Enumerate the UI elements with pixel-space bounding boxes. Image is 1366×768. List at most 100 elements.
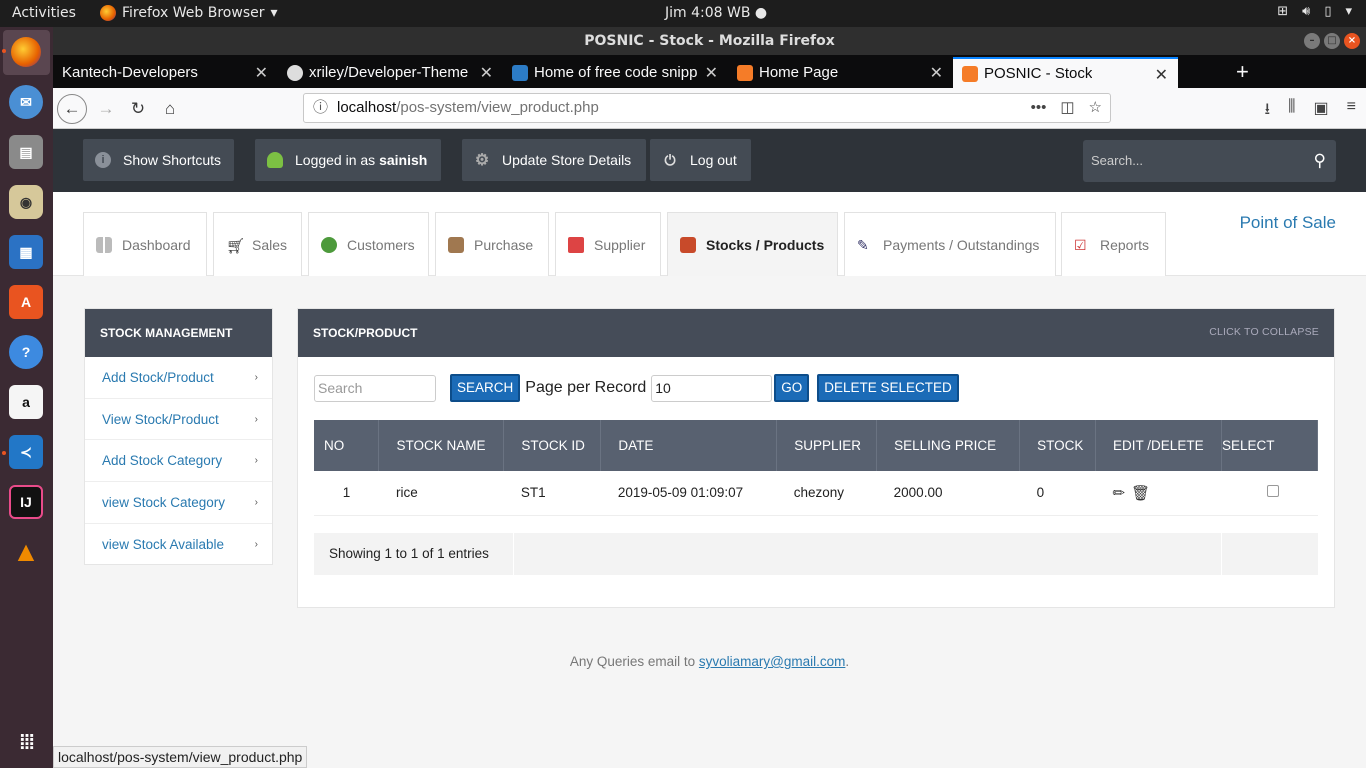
back-button[interactable]: ← — [57, 94, 87, 124]
system-tray[interactable]: ⊞ 🔊︎ ▯ ▾ — [1277, 4, 1352, 19]
tab-customers[interactable]: Customers — [308, 212, 429, 276]
tab-posnic-stock[interactable]: POSNIC - Stock ✕ — [953, 57, 1178, 88]
tab-label: Customers — [347, 236, 415, 253]
amazon-icon: a — [22, 394, 30, 410]
tab-sales[interactable]: 🛒︎ Sales — [213, 212, 302, 276]
close-tab-icon[interactable]: ✕ — [1155, 65, 1168, 85]
close-tab-icon[interactable]: ✕ — [930, 63, 943, 83]
bookmark-star-icon[interactable]: ☆ — [1089, 94, 1102, 122]
column-header[interactable]: SELLING PRICE — [876, 420, 1021, 471]
tab-kantech[interactable]: Kantech-Developers ✕ — [53, 57, 278, 88]
firefox-launcher[interactable] — [9, 35, 43, 69]
vlc-launcher[interactable]: ▲ — [9, 535, 43, 569]
tab-bootsnipp[interactable]: Home of free code snipp ✕ — [503, 57, 728, 88]
table-search-input[interactable]: Search — [314, 374, 436, 402]
running-indicator — [2, 49, 6, 53]
reload-button[interactable]: ↻ — [123, 94, 153, 124]
new-tab-button[interactable]: + — [1236, 59, 1249, 85]
files-launcher[interactable]: ▤ — [9, 135, 43, 169]
maximize-button[interactable]: □ — [1324, 33, 1340, 49]
chevron-right-icon: › — [254, 455, 258, 467]
app-menu[interactable]: Firefox Web Browser ▾ — [100, 5, 278, 21]
xampp-icon — [737, 64, 753, 81]
info-icon[interactable]: ⓘ — [313, 94, 328, 122]
column-header[interactable]: STOCK ID — [503, 420, 602, 471]
go-button[interactable]: GO — [774, 374, 810, 402]
ubuntu-dock: ✉ ▤ ◉ ▦ A ? a ≺ IJ ▲ ⁞⁞⁞ — [0, 27, 53, 768]
library-icon[interactable]: ⫼ — [1288, 98, 1295, 125]
collapse-toggle[interactable]: CLICK TO COLLAPSE — [1209, 309, 1319, 355]
search-button[interactable]: SEARCH — [450, 374, 521, 402]
column-header[interactable]: NO — [314, 420, 380, 471]
tab-payments[interactable]: ✎ Payments / Outstandings — [844, 212, 1056, 276]
search-icon[interactable]: ⚲ — [1314, 140, 1326, 182]
show-shortcuts-button[interactable]: i Show Shortcuts — [83, 139, 234, 181]
apps-grid-icon: ⁞⁞⁞ — [19, 731, 35, 754]
per-page-input[interactable]: 10 — [651, 374, 773, 402]
writer-launcher[interactable]: ▦ — [9, 235, 43, 269]
page-actions-icon[interactable]: ••• — [1031, 94, 1047, 122]
tab-supplier[interactable]: Supplier — [555, 212, 661, 276]
thunderbird-launcher[interactable]: ✉ — [9, 85, 43, 119]
power-icon: ⏻ — [664, 151, 676, 168]
edit-icon[interactable]: ✏ — [1113, 485, 1126, 502]
chevron-down-icon: ▾ — [1345, 4, 1352, 19]
sidebar-item-label: Add Stock Category — [102, 453, 223, 469]
rhythmbox-launcher[interactable]: ◉ — [9, 185, 43, 219]
sidebar-item-add-category[interactable]: Add Stock Category › — [85, 440, 272, 483]
tab-reports[interactable]: ☑ Reports — [1061, 212, 1166, 276]
column-header[interactable]: STOCK NAME — [378, 420, 505, 471]
contact-email-link[interactable]: syvoliamary@gmail.com — [699, 654, 845, 669]
url-bar[interactable]: ⓘ localhost/pos-system/view_product.php … — [303, 93, 1111, 123]
tab-xriley[interactable]: xriley/Developer-Theme ✕ — [278, 57, 503, 88]
forward-button[interactable]: → — [91, 94, 121, 124]
help-launcher[interactable]: ? — [9, 335, 43, 369]
sidebar-item-add-stock[interactable]: Add Stock/Product › — [85, 357, 272, 399]
table-footer: Showing 1 to 1 of 1 entries — [314, 533, 1318, 575]
running-indicator — [2, 451, 6, 455]
tab-dashboard[interactable]: Dashboard — [83, 212, 207, 276]
close-tab-icon[interactable]: ✕ — [705, 63, 718, 83]
logged-in-user[interactable]: Logged in as sainish — [255, 139, 441, 181]
pocket-icon[interactable]: ◫ — [1060, 94, 1074, 122]
show-shortcuts-label: Show Shortcuts — [123, 152, 222, 168]
row-select-checkbox[interactable] — [1267, 485, 1280, 498]
cell-supplier: chezony — [776, 471, 877, 516]
column-header[interactable]: STOCK — [1019, 420, 1097, 471]
cell-stock-name: rice — [378, 471, 504, 516]
amazon-launcher[interactable]: a — [9, 385, 43, 419]
delete-selected-button[interactable]: DELETE SELECTED — [817, 374, 959, 402]
tab-stocks-products[interactable]: Stocks / Products — [667, 212, 838, 276]
intellij-launcher[interactable]: IJ — [9, 485, 43, 519]
minimize-button[interactable]: – — [1304, 33, 1320, 49]
tab-purchase[interactable]: Purchase — [435, 212, 549, 276]
close-window-button[interactable]: × — [1344, 33, 1360, 49]
column-header[interactable]: DATE — [600, 420, 778, 471]
software-launcher[interactable]: A — [9, 285, 43, 319]
show-apps-button[interactable]: ⁞⁞⁞ — [9, 726, 43, 760]
sidebar-item-view-available[interactable]: view Stock Available › — [85, 524, 272, 566]
vscode-launcher[interactable]: ≺ — [9, 435, 43, 469]
tab-home-page[interactable]: Home Page ✕ — [728, 57, 953, 88]
vscode-icon: ≺ — [20, 443, 32, 460]
trash-icon[interactable]: 🗑︎ — [1131, 485, 1150, 502]
sidebar-icon[interactable]: ▣ — [1314, 98, 1329, 125]
home-button[interactable]: ⌂ — [155, 94, 185, 124]
close-tab-icon[interactable]: ✕ — [255, 63, 268, 83]
sidebar-title: STOCK MANAGEMENT — [85, 309, 272, 357]
sidebar-item-view-stock[interactable]: View Stock/Product › — [85, 399, 272, 441]
per-page-label: Page per Record — [525, 379, 647, 396]
activities-button[interactable]: Activities — [12, 5, 76, 21]
downloads-icon[interactable]: ⭳ — [1265, 98, 1271, 125]
clock[interactable]: Jim 4:08 WB ● — [665, 5, 767, 21]
window-title: POSNIC - Stock - Mozilla Firefox — [584, 33, 835, 49]
menu-icon[interactable]: ≡ — [1347, 98, 1356, 125]
logout-button[interactable]: ⏻ Log out — [650, 139, 751, 181]
close-tab-icon[interactable]: ✕ — [480, 63, 493, 83]
tab-label: Sales — [252, 236, 288, 253]
column-header[interactable]: SUPPLIER — [776, 420, 878, 471]
header-search-input[interactable]: Search... ⚲ — [1083, 140, 1336, 182]
update-store-button[interactable]: ⚙ Update Store Details — [462, 139, 646, 181]
sidebar-item-view-category[interactable]: view Stock Category › — [85, 482, 272, 524]
brand-title[interactable]: Point of Sale — [1240, 213, 1336, 233]
